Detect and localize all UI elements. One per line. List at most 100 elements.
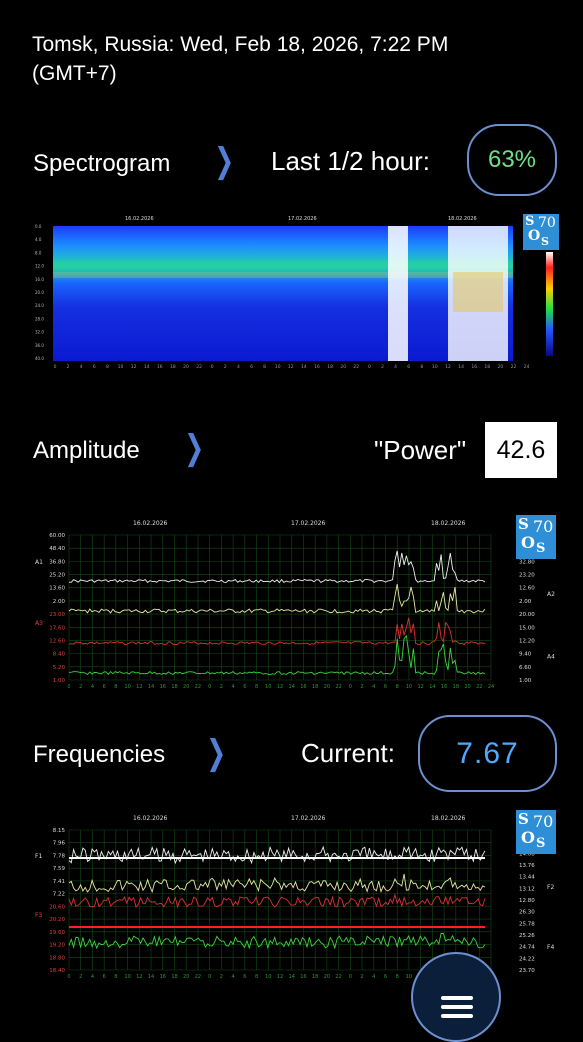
logo-letter: O [521, 533, 535, 552]
y-tick-label: 1.00 [53, 678, 66, 684]
x-tick-label: 14 [458, 364, 464, 370]
x-tick-label: 18 [170, 364, 176, 370]
x-tick-label: 6 [103, 974, 106, 980]
spectrogram-link[interactable]: Spectrogram [33, 150, 170, 178]
x-tick-label: 16 [441, 684, 447, 690]
y-tick-label: 13.76 [519, 863, 535, 869]
y-tick-label: 12.20 [519, 638, 535, 644]
series-label: F2 [547, 884, 554, 891]
logo-letter: S [518, 515, 529, 533]
x-tick-label: 14 [289, 974, 295, 980]
x-tick-label: 0 [208, 684, 211, 690]
spectrogram-band [53, 272, 513, 278]
current-label: Current: [301, 738, 395, 768]
y-tick-label: 20.00 [519, 612, 535, 618]
last-half-hour-value: 63% [467, 124, 557, 196]
location-datetime-line2: (GMT+7) [32, 62, 117, 85]
x-tick-label: 4 [237, 364, 240, 370]
chevron-right-icon[interactable]: ❯ [214, 141, 234, 181]
x-tick-label: 0 [67, 684, 70, 690]
y-tick-label: 24.0 [35, 303, 44, 308]
x-tick-label: 10 [124, 974, 130, 980]
x-tick-label: 16 [300, 684, 306, 690]
chevron-right-icon[interactable]: ❯ [206, 733, 226, 773]
series-trace [68, 893, 486, 909]
x-tick-label: 22 [353, 364, 359, 370]
y-tick-label: 2.00 [519, 599, 532, 605]
chart-date-label: 17.02.2026 [291, 520, 326, 527]
x-tick-label: 4 [91, 684, 94, 690]
menu-button[interactable] [411, 952, 501, 1042]
amplitude-link[interactable]: Amplitude [33, 437, 140, 465]
x-tick-label: 8 [263, 364, 266, 370]
amplitude-chart[interactable]: 16.02.2026 17.02.2026 18.02.2026 60.00 48.40… [33, 515, 557, 692]
spectrogram-color-scale [546, 252, 553, 356]
x-tick-label: 14 [429, 684, 435, 690]
x-tick-label: 6 [103, 684, 106, 690]
x-tick-label: 12 [445, 364, 451, 370]
y-tick-label: 25.78 [519, 921, 535, 927]
y-tick-label: 40.0 [35, 356, 44, 361]
logo-number: 70 [538, 215, 556, 231]
y-tick-label: 13.12 [519, 886, 535, 892]
x-tick-label: 0 [349, 684, 352, 690]
x-tick-label: 24 [488, 684, 494, 690]
chart-date-label: 18.02.2026 [448, 216, 477, 222]
power-label: "Power" [374, 435, 467, 465]
y-tick-label: 32.0 [35, 330, 44, 335]
x-tick-label: 20 [324, 684, 330, 690]
x-tick-label: 8 [114, 684, 117, 690]
spectrogram-field [53, 226, 513, 361]
x-tick-label: 20 [183, 684, 189, 690]
y-tick-label: 6.60 [519, 665, 532, 671]
y-tick-label: 23.20 [519, 573, 535, 579]
x-tick-label: 4 [394, 364, 397, 370]
spectrogram-burst [388, 226, 408, 361]
spectrogram-y-ticks: 0.0 4.0 8.0 12.0 16.0 20.0 24.0 28.0 32.0 36.0 40.… [35, 224, 44, 361]
y-tick-label: 25.26 [519, 933, 535, 939]
frequencies-chart[interactable]: 16.02.2026 17.02.2026 18.02.2026 8.15 7.96 7.… [33, 810, 557, 982]
frequencies-link[interactable]: Frequencies [33, 741, 165, 769]
x-tick-label: 12 [417, 684, 423, 690]
logo-letter: S [518, 810, 529, 828]
x-tick-label: 4 [232, 684, 235, 690]
y-tick-label: 36.80 [49, 559, 65, 565]
sos70-logo: S 70 O S [516, 810, 556, 854]
spectrogram-chart[interactable]: 16.02.2026 17.02.2026 18.02.2026 0.0 4.0 8.0… [33, 212, 559, 372]
chart-date-label: 17.02.2026 [288, 216, 317, 222]
y-tick-label: 23.00 [49, 612, 65, 618]
y-tick-label: 18.40 [49, 968, 65, 974]
x-tick-label: 6 [407, 364, 410, 370]
y-tick-label: 7.78 [53, 853, 66, 859]
chart-x-ticks: 0 2 4 6 8 10 12 14 16 18 20 22 0 2 4 6 8 10 12 14 16 18 20 22 0 2… [54, 364, 530, 370]
chart-date-label: 16.02.2026 [133, 520, 168, 527]
location-datetime: Tomsk, Russia: Wed, Feb 18, 2026, 7:22 P… [32, 30, 448, 88]
spectrogram-svg: 16.02.2026 17.02.2026 18.02.2026 0.0 4.0 8.0… [35, 216, 553, 370]
x-tick-label: 14 [144, 364, 150, 370]
logo-number: 70 [533, 517, 554, 536]
x-tick-label: 16 [160, 684, 166, 690]
x-tick-label: 4 [372, 974, 375, 980]
chart-date-label: 18.02.2026 [431, 520, 466, 527]
x-tick-label: 10 [124, 684, 130, 690]
x-tick-label: 2 [381, 364, 384, 370]
x-tick-label: 20 [498, 364, 504, 370]
x-tick-label: 4 [232, 974, 235, 980]
x-tick-label: 22 [476, 684, 482, 690]
x-tick-label: 6 [243, 684, 246, 690]
x-tick-label: 20 [340, 364, 346, 370]
y-tick-label: 13.44 [519, 875, 535, 881]
x-tick-label: 14 [289, 684, 295, 690]
x-tick-label: 2 [220, 974, 223, 980]
x-tick-label: 8 [420, 364, 423, 370]
x-tick-label: 18 [171, 684, 177, 690]
y-tick-label: 18.80 [49, 955, 65, 961]
x-tick-label: 8 [114, 974, 117, 980]
logo-letter: S [525, 214, 535, 229]
series-label: A4 [547, 653, 555, 660]
last-half-hour-label: Last 1/2 hour: [271, 146, 430, 176]
series-trace [68, 550, 486, 584]
y-tick-label: 15.00 [519, 625, 535, 631]
chevron-right-icon[interactable]: ❯ [184, 428, 204, 468]
y-tick-label: 7.96 [53, 841, 66, 847]
